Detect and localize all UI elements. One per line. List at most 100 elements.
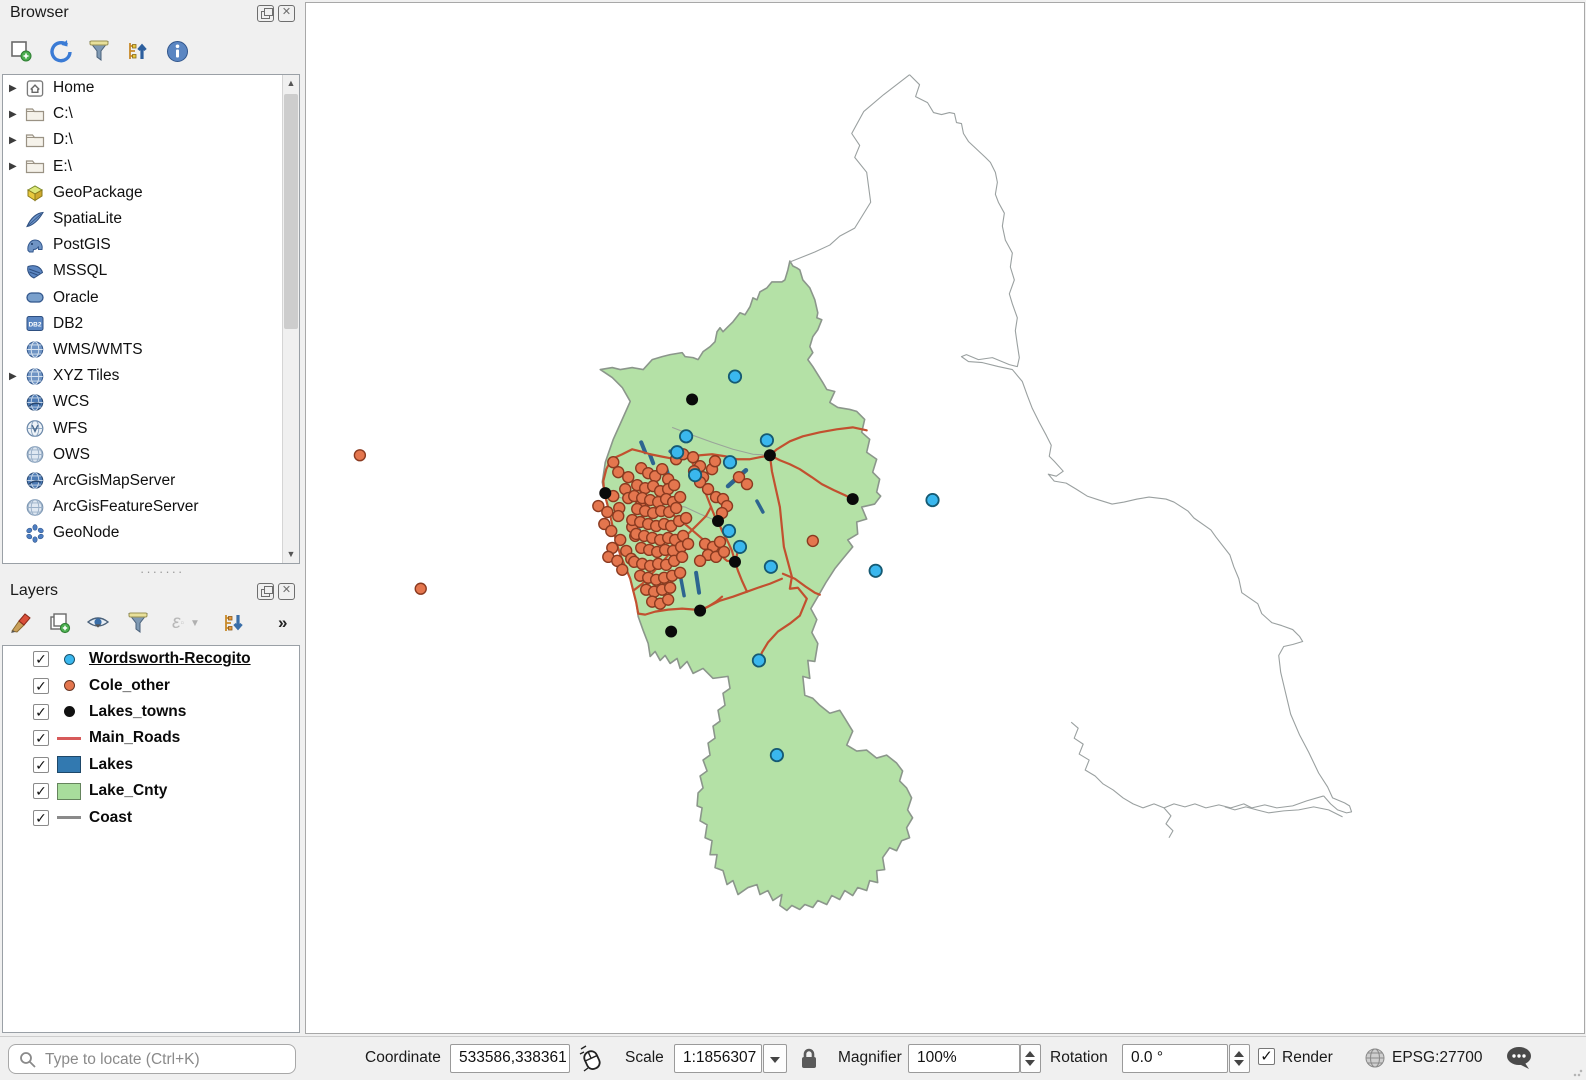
- locate-search-input[interactable]: Type to locate (Ctrl+K): [8, 1044, 296, 1074]
- expand-collapse-icon[interactable]: [221, 610, 247, 636]
- magnifier-field[interactable]: 100%: [908, 1044, 1020, 1073]
- layer-row-cole-other[interactable]: ✓ Cole_other: [3, 672, 299, 698]
- tree-item-e[interactable]: ▶ E:\: [3, 154, 299, 180]
- svg-text:DB2: DB2: [28, 322, 41, 329]
- layer-checkbox[interactable]: ✓: [33, 678, 49, 694]
- tree-item-home[interactable]: ▶ Home: [3, 75, 299, 101]
- float-icon[interactable]: [257, 583, 274, 600]
- chevron-right-icon[interactable]: ▶: [9, 135, 25, 146]
- tree-item-label: C:\: [53, 105, 73, 123]
- tree-item-arcgisfeatureserver[interactable]: ArcGisFeatureServer: [3, 494, 299, 520]
- close-icon[interactable]: ✕: [278, 583, 295, 600]
- layer-row-main-roads[interactable]: ✓ Main_Roads: [3, 725, 299, 751]
- chevron-right-icon[interactable]: ▶: [9, 83, 25, 94]
- layer-checkbox[interactable]: ✓: [33, 757, 49, 773]
- tree-item-label: PostGIS: [53, 236, 111, 254]
- map-view[interactable]: [306, 3, 1584, 1033]
- lock-icon[interactable]: [799, 1047, 819, 1071]
- tree-item-icon: [25, 262, 45, 281]
- filter-legend-icon[interactable]: [125, 610, 151, 636]
- tree-item-label: WFS: [53, 420, 87, 438]
- properties-info-icon[interactable]: [164, 38, 190, 64]
- browser-scrollbar[interactable]: ▲ ▼: [282, 75, 299, 563]
- style-brush-icon[interactable]: [8, 610, 34, 636]
- scale-dropdown[interactable]: [763, 1044, 787, 1073]
- float-icon[interactable]: [257, 5, 274, 22]
- expression-filter-icon[interactable]: ε▫ ▼: [164, 610, 208, 636]
- layer-checkbox[interactable]: ✓: [33, 783, 49, 799]
- chevron-right-icon[interactable]: ▶: [9, 109, 25, 120]
- chevron-right-icon[interactable]: ▶: [9, 161, 25, 172]
- close-icon[interactable]: ✕: [278, 5, 295, 22]
- chevron-right-icon[interactable]: ▶: [9, 371, 25, 382]
- tree-item-mssql[interactable]: MSSQL: [3, 258, 299, 284]
- layer-row-coast[interactable]: ✓ Coast: [3, 804, 299, 830]
- layer-row-lake-cnty[interactable]: ✓ Lake_Cnty: [3, 778, 299, 804]
- spin-up-icon[interactable]: [1234, 1051, 1244, 1057]
- tree-item-c[interactable]: ▶ C:\: [3, 101, 299, 127]
- scroll-up-icon[interactable]: ▲: [283, 75, 299, 92]
- rotation-field[interactable]: 0.0 °: [1122, 1044, 1228, 1073]
- scale-field[interactable]: 1:1856307: [674, 1044, 762, 1073]
- coordinate-field[interactable]: 533586,338361: [450, 1044, 570, 1073]
- layer-label[interactable]: Cole_other: [89, 677, 170, 695]
- magnifier-spinner[interactable]: [1020, 1044, 1041, 1073]
- tree-item-icon: [25, 393, 45, 412]
- spin-down-icon[interactable]: [1025, 1060, 1035, 1066]
- layers-titlebar[interactable]: Layers ✕: [0, 578, 302, 604]
- tree-item-label: D:\: [53, 131, 73, 149]
- tree-item-label: GeoPackage: [53, 184, 143, 202]
- scroll-down-icon[interactable]: ▼: [283, 546, 299, 563]
- layer-row-wordsworth-recogito[interactable]: ✓ Wordsworth-Recogito: [3, 646, 299, 672]
- layer-row-lakes[interactable]: ✓ Lakes: [3, 752, 299, 778]
- spin-up-icon[interactable]: [1025, 1051, 1035, 1057]
- tree-item-xyz-tiles[interactable]: ▶ XYZ Tiles: [3, 363, 299, 389]
- tree-item-spatialite[interactable]: SpatiaLite: [3, 206, 299, 232]
- tree-item-ows[interactable]: OWS: [3, 442, 299, 468]
- tree-item-d[interactable]: ▶ D:\: [3, 127, 299, 153]
- layer-label[interactable]: Coast: [89, 809, 132, 827]
- layer-checkbox[interactable]: ✓: [33, 810, 49, 826]
- tree-item-icon: [25, 524, 45, 543]
- tree-item-wfs[interactable]: WFS: [3, 415, 299, 441]
- layer-checkbox[interactable]: ✓: [33, 704, 49, 720]
- add-group-icon[interactable]: [47, 610, 73, 636]
- tree-item-postgis[interactable]: PostGIS: [3, 232, 299, 258]
- tree-item-oracle[interactable]: Oracle: [3, 285, 299, 311]
- refresh-icon[interactable]: [47, 38, 73, 64]
- filter-icon[interactable]: [86, 38, 112, 64]
- tree-item-geonode[interactable]: GeoNode: [3, 520, 299, 546]
- tree-item-icon: [25, 340, 45, 359]
- browser-titlebar[interactable]: Browser ✕: [0, 0, 302, 26]
- tree-item-wcs[interactable]: WCS: [3, 389, 299, 415]
- mouse-extent-icon[interactable]: [579, 1045, 605, 1073]
- render-label: Render: [1282, 1049, 1333, 1067]
- layers-list: ✓ Wordsworth-Recogito ✓ Cole_other ✓ La: [2, 645, 300, 1033]
- scrollbar-thumb[interactable]: [284, 94, 298, 329]
- resize-grip[interactable]: [1573, 1067, 1583, 1077]
- tree-item-db2[interactable]: DB2 DB2: [3, 311, 299, 337]
- layer-checkbox[interactable]: ✓: [33, 730, 49, 746]
- tree-item-arcgismapserver[interactable]: ArcGisMapServer: [3, 468, 299, 494]
- map-canvas[interactable]: [305, 2, 1585, 1034]
- rotation-spinner[interactable]: [1229, 1044, 1250, 1073]
- layer-row-lakes-towns[interactable]: ✓ Lakes_towns: [3, 699, 299, 725]
- collapse-all-icon[interactable]: [125, 38, 151, 64]
- layer-label[interactable]: Main_Roads: [89, 729, 180, 747]
- layer-label[interactable]: Lakes: [89, 756, 133, 774]
- add-layer-icon[interactable]: [8, 38, 34, 64]
- globe-crs-icon[interactable]: [1364, 1047, 1386, 1069]
- layer-label[interactable]: Lake_Cnty: [89, 782, 167, 800]
- map-themes-eye-icon[interactable]: [86, 610, 112, 636]
- layer-label[interactable]: Lakes_towns: [89, 703, 186, 721]
- browser-tree-list: ▶ Home ▶ C:\ ▶ D:\: [3, 75, 299, 546]
- panel-splitter[interactable]: ·······: [0, 566, 302, 578]
- tree-item-geopackage[interactable]: GeoPackage: [3, 180, 299, 206]
- tree-item-wms-wmts[interactable]: WMS/WMTS: [3, 337, 299, 363]
- render-checkbox[interactable]: ✓: [1258, 1048, 1275, 1065]
- layer-checkbox[interactable]: ✓: [33, 651, 49, 667]
- more-chevron-icon[interactable]: »: [278, 613, 287, 633]
- message-balloon-icon[interactable]: [1505, 1045, 1535, 1071]
- layer-label[interactable]: Wordsworth-Recogito: [89, 650, 251, 668]
- spin-down-icon[interactable]: [1234, 1060, 1244, 1066]
